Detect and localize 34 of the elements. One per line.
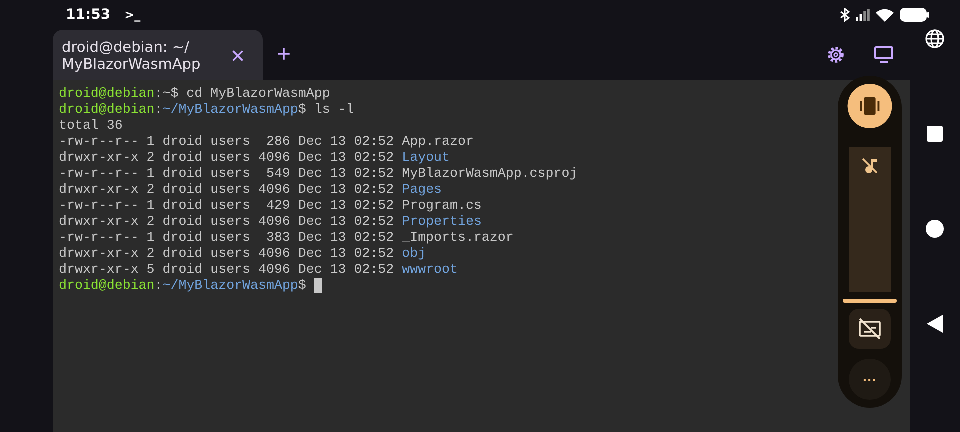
terminal-line: droid@debian:~/MyBlazorWasmApp$ (59, 278, 308, 294)
terminal-line: -rw-r--r-- 1 droid users 429 Dec 13 02:52 Program.cs (59, 198, 482, 214)
battery-icon (900, 8, 930, 22)
terminal-line: -rw-r--r-- 1 droid users 549 Dec 13 02:52 MyBlazorWasmApp.csproj (59, 166, 578, 182)
terminal-line: drwxr-xr-x 2 droid users 4096 Dec 13 02:52 Layout (59, 150, 450, 166)
clock-time: 11:53 (66, 7, 111, 23)
terminal-notification: >_ (124, 8, 141, 22)
terminal-line: -rw-r--r-- 1 droid users 383 Dec 13 02:52 _Imports.razor (59, 230, 514, 246)
home-button[interactable] (926, 220, 944, 238)
back-button[interactable] (927, 315, 943, 334)
terminal-line: droid@debian:~/MyBlazorWasmApp$ ls -l (59, 102, 354, 118)
new-tab-button[interactable]: + (273, 43, 296, 67)
close-tab-button[interactable]: × (226, 45, 249, 69)
captions-off-button[interactable] (849, 308, 891, 350)
globe-icon[interactable] (925, 28, 945, 49)
vibrate-button[interactable] (847, 84, 893, 129)
slider-thumb[interactable] (843, 298, 897, 303)
signal-icon (856, 9, 870, 21)
terminal-line: drwxr-xr-x 5 droid users 4096 Dec 13 02:52 wwwroot (59, 262, 458, 278)
terminal-line: total 36 (59, 118, 123, 134)
recents-button[interactable] (927, 126, 943, 142)
music-off-icon (861, 156, 879, 175)
more-button[interactable]: ··· (849, 359, 891, 400)
captions-off-icon (858, 318, 882, 340)
monitor-icon[interactable] (874, 46, 894, 64)
settings-icon[interactable] (826, 45, 846, 65)
bluetooth-icon (840, 8, 850, 22)
terminal-line: droid@debian:~$ cd MyBlazorWasmApp (59, 86, 330, 102)
terminal-line: drwxr-xr-x 2 droid users 4096 Dec 13 02:52 Properties (59, 214, 482, 230)
terminal-tab[interactable]: droid@debian: ~/ MyBlazorWasmApp × (53, 30, 263, 80)
terminal-line: drwxr-xr-x 2 droid users 4096 Dec 13 02:52 Pages (59, 182, 442, 198)
wifi-icon (876, 8, 894, 22)
terminal-line: drwxr-xr-x 2 droid users 4096 Dec 13 02:52 obj (59, 246, 426, 262)
terminal-line: -rw-r--r-- 1 droid users 286 Dec 13 02:52 App.razor (59, 134, 474, 150)
